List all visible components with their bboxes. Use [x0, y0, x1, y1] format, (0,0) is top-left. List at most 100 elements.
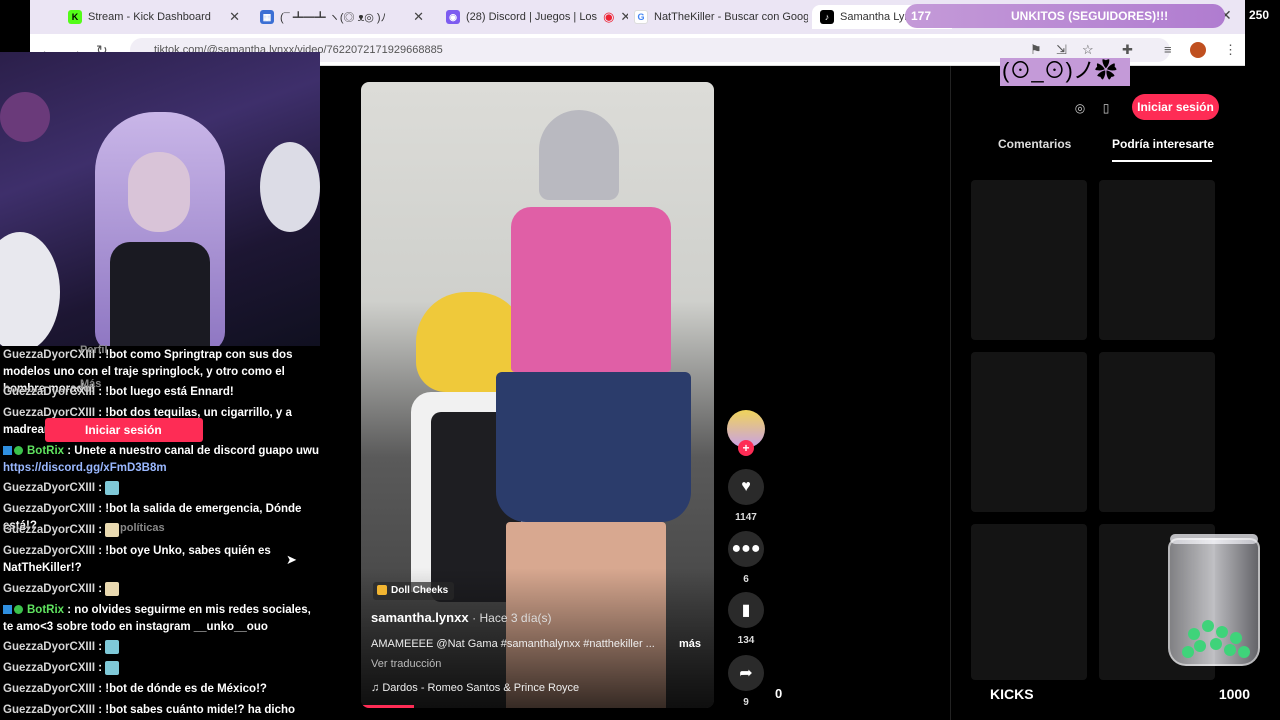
- video-author[interactable]: samantha.lynxx · Hace 3 día(s): [371, 610, 552, 625]
- follower-count: 177: [911, 9, 932, 23]
- emote-icon: [105, 522, 120, 537]
- tab-title: (¯ ┻━┻ ヽ(◎ ᴥ◎ )ﾉ: [280, 12, 387, 24]
- suggested-video-card[interactable]: [971, 352, 1087, 512]
- caption-more-button[interactable]: más: [679, 638, 701, 650]
- bot-badge-icon: [3, 605, 12, 615]
- discord-icon: ◉: [446, 10, 460, 24]
- effect-icon: [377, 585, 387, 596]
- video-music[interactable]: ♫ Dardos - Romeo Santos & Prince Royce: [371, 682, 579, 694]
- overlay-counter: 0: [775, 686, 783, 701]
- webcam-feed: [0, 52, 320, 346]
- plush-toy: [260, 142, 320, 232]
- kaomoji-overlay: (⊙_⊙)ノ✿: [1000, 58, 1130, 86]
- streamer-body: [110, 242, 210, 346]
- google-icon: G: [634, 10, 648, 24]
- translate-link[interactable]: Ver traducción: [371, 658, 441, 670]
- tab-title: NatTheKiller - Buscar con Goog: [654, 11, 808, 23]
- tab-custom[interactable]: ▦ (¯ ┻━┻ ヽ(◎ ᴥ◎ )ﾉ ✕: [252, 5, 432, 29]
- tab-title: Stream - Kick Dashboard: [88, 11, 211, 23]
- tab-kick-dashboard[interactable]: K Stream - Kick Dashboard ✕: [60, 5, 248, 29]
- plush-toy: [0, 232, 60, 346]
- share-button[interactable]: ➦: [728, 655, 764, 691]
- heart-icon: ♥: [741, 478, 751, 495]
- follow-plus-icon[interactable]: +: [738, 440, 754, 456]
- chat-message: GuezzaDyorCXIII :: [3, 639, 321, 656]
- video-time: · Hace 3 día(s): [472, 611, 552, 625]
- effect-tag[interactable]: Doll Cheeks: [373, 582, 455, 600]
- panel-divider: [950, 66, 951, 720]
- bot-badge-icon: [3, 446, 12, 456]
- comment-icon: ●●●: [731, 540, 761, 557]
- navy-skirt: [496, 372, 691, 522]
- tab-google[interactable]: G NatTheKiller - Buscar con Goog ✕: [626, 5, 808, 29]
- tab-comments[interactable]: Comentarios: [998, 137, 1071, 151]
- close-icon[interactable]: ✕: [407, 9, 424, 25]
- ghost-mas-label: Más: [80, 378, 102, 390]
- suggested-video-card[interactable]: [1099, 352, 1215, 512]
- like-count: 1147: [735, 512, 757, 523]
- suggested-video-card[interactable]: [971, 524, 1087, 680]
- tab-might-interest[interactable]: Podría interesarte: [1112, 137, 1214, 151]
- pink-top: [511, 207, 671, 372]
- chat-message: GuezzaDyorCXIII :: [3, 660, 321, 677]
- mouse-cursor-icon: ➤: [286, 552, 297, 567]
- video-progress-bar[interactable]: [361, 705, 414, 708]
- verified-badge-icon: [14, 446, 23, 456]
- save-count: 134: [737, 635, 755, 646]
- emote-icon: [105, 639, 120, 654]
- music-note-icon: ♫: [371, 682, 380, 694]
- share-icon: ➦: [739, 665, 753, 682]
- chat-message: GuezzaDyorCXIII : !bot oye Unko, sabes q…: [3, 545, 271, 574]
- ghost-politicas-label: políticas: [120, 522, 165, 534]
- follower-goal-banner: 177 UNKITOS (SEGUIDORES)!!!: [905, 4, 1225, 28]
- kicks-jar-icon: [1168, 538, 1260, 666]
- custom-icon: ▦: [260, 10, 274, 24]
- chat-message: GuezzaDyorCXIII :: [3, 480, 321, 497]
- follower-goal-title: UNKITOS (SEGUIDORES)!!!: [1011, 9, 1169, 23]
- share-count: 9: [743, 697, 749, 708]
- comment-button[interactable]: ●●●: [728, 531, 764, 567]
- gray-wig: [539, 110, 619, 200]
- media-icon[interactable]: ≡: [1164, 42, 1172, 57]
- like-button[interactable]: ♥: [728, 469, 764, 505]
- translate-icon[interactable]: ⚑: [1030, 42, 1042, 58]
- coin-icon[interactable]: ◎: [1068, 96, 1092, 120]
- chat-message: BotRix : no olvides seguirme en mis rede…: [3, 604, 311, 633]
- kicks-label: KICKS: [990, 686, 1034, 702]
- plush-toy: [0, 92, 50, 142]
- close-icon[interactable]: ✕: [223, 9, 240, 25]
- emote-icon: [105, 480, 120, 495]
- menu-icon[interactable]: ⋮: [1224, 42, 1237, 58]
- kick-icon: K: [68, 10, 82, 24]
- emote-icon: [105, 660, 120, 675]
- suggested-video-card[interactable]: [1099, 180, 1215, 340]
- ghost-perfil-label: Perfil: [80, 344, 108, 356]
- bookmark-icon: ▮: [741, 602, 751, 619]
- bookmark-star-icon[interactable]: ☆: [1082, 42, 1094, 58]
- verified-badge-icon: [14, 605, 23, 615]
- suggested-video-card[interactable]: [971, 180, 1087, 340]
- save-button[interactable]: ▮: [728, 592, 764, 628]
- chat-message: GuezzaDyorCXIII : !bot sabes cuánto mide…: [3, 704, 296, 716]
- video-player[interactable]: Doll Cheeks samantha.lynxx · Hace 3 día(…: [361, 82, 714, 708]
- comment-count: 6: [743, 574, 749, 585]
- sidebar-login-button[interactable]: Iniciar sesión: [45, 418, 203, 442]
- install-icon[interactable]: ⇲: [1056, 42, 1067, 58]
- chat-message: BotRix : Unete a nuestro canal de discor…: [3, 445, 320, 474]
- tab-title: (28) Discord | Juegos | Los: [466, 11, 598, 23]
- follower-goal-target: 250: [1248, 8, 1270, 22]
- recording-icon: ◉: [603, 9, 615, 24]
- chat-message: GuezzaDyorCXIII :: [3, 581, 321, 598]
- tiktok-icon: ♪: [820, 10, 834, 24]
- profile-avatar[interactable]: [1190, 42, 1206, 58]
- device-icon[interactable]: ▯: [1094, 96, 1118, 120]
- active-tab-underline: [1112, 160, 1212, 162]
- streamer-face: [128, 152, 190, 232]
- extensions-icon[interactable]: ✚: [1122, 42, 1133, 58]
- login-button[interactable]: Iniciar sesión: [1132, 94, 1219, 120]
- discord-link[interactable]: https://discord.gg/xFmD3B8m: [3, 462, 167, 474]
- chat-message: GuezzaDyorCXIII : !bot de dónde es de Mé…: [3, 683, 267, 695]
- video-caption: AMAMEEEE @Nat Gama #samanthalynxx #natth…: [371, 638, 655, 650]
- chat-message: GuezzaDyorCXIII : !bot luego está Ennard…: [3, 386, 234, 398]
- tab-discord[interactable]: ◉ (28) Discord | Juegos | Los ◉ ✕: [438, 5, 628, 29]
